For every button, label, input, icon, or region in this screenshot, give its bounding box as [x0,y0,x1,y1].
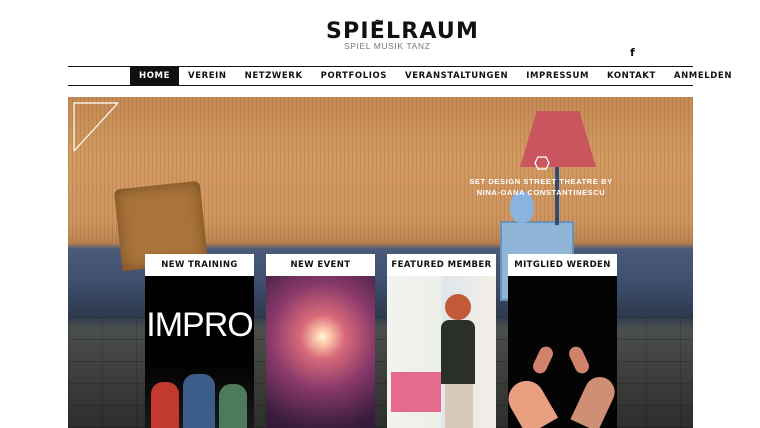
card-mitglied-werden[interactable]: MITGLIED WERDEN [508,254,617,428]
card-image-impro[interactable]: IMPRO [145,276,254,428]
hexagon-icon [534,156,550,170]
hero-caption: SET DESIGN STREET THEATRE BY NINA-OANA C… [461,176,621,198]
card-image-dancers[interactable] [508,276,617,428]
dancer-hand-figure [530,344,556,376]
nav-item-veranstaltungen[interactable]: VERANSTALTUNGEN [396,67,517,85]
hero-banner[interactable]: SET DESIGN STREET THEATRE BY NINA-OANA C… [68,97,693,428]
nav-item-verein[interactable]: VEREIN [179,67,236,85]
card-title[interactable]: NEW EVENT [266,254,375,276]
card-title[interactable]: NEW TRAINING [145,254,254,276]
hero-caption-line-2: NINA-OANA CONSTANTINESCU [476,188,606,197]
member-head-figure [445,294,471,320]
dancer-arm-figure [508,374,559,428]
member-legs-figure [445,384,473,428]
performer-figure [151,382,179,428]
dancer-arm-figure [570,372,617,428]
dancer-hand-figure [566,344,592,376]
card-title[interactable]: FEATURED MEMBER [387,254,496,276]
card-image-event[interactable] [266,276,375,428]
main-nav: HOME VEREIN NETZWERK PORTFOLIOS VERANSTA… [68,67,731,85]
card-title[interactable]: MITGLIED WERDEN [508,254,617,276]
member-body-figure [441,320,475,384]
hero-caption-line-1: SET DESIGN STREET THEATRE BY [469,177,613,186]
nav-item-impressum[interactable]: IMPRESSUM [517,67,598,85]
impro-image-text: IMPRO [146,306,253,344]
member-prop-figure [391,372,441,412]
card-new-training[interactable]: NEW TRAINING IMPRO [145,254,254,428]
corner-triangle-icon [73,102,119,152]
site-tagline: SPIEL MUSIK TANZ [344,41,431,51]
performer-figure [183,374,215,428]
nav-item-netzwerk[interactable]: NETZWERK [236,67,312,85]
card-new-event[interactable]: NEW EVENT [266,254,375,428]
nav-bottom-divider [68,85,693,86]
nav-item-anmelden[interactable]: ANMELDEN [665,67,741,85]
facebook-icon[interactable]: f [630,46,635,59]
card-image-member[interactable] [387,276,496,428]
nav-item-portfolios[interactable]: PORTFOLIOS [312,67,396,85]
nav-item-home[interactable]: HOME [130,67,180,85]
nav-item-kontakt[interactable]: KONTAKT [598,67,665,85]
card-featured-member[interactable]: FEATURED MEMBER [387,254,496,428]
performer-figure [219,384,247,428]
